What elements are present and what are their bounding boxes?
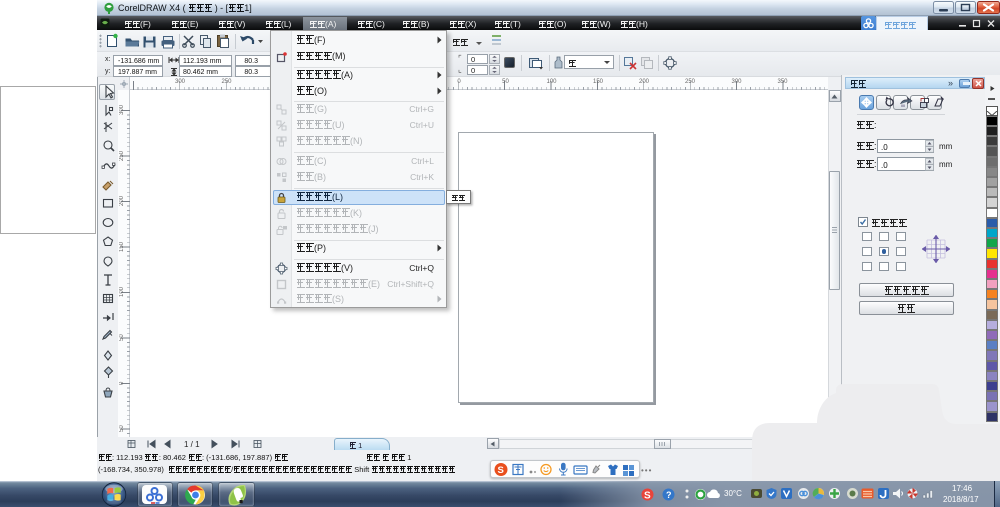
svg-text:S: S bbox=[498, 465, 504, 476]
svg-text:1 / 1: 1 / 1 bbox=[184, 440, 200, 449]
svg-text:?: ? bbox=[666, 490, 672, 500]
svg-text:S: S bbox=[644, 491, 651, 502]
